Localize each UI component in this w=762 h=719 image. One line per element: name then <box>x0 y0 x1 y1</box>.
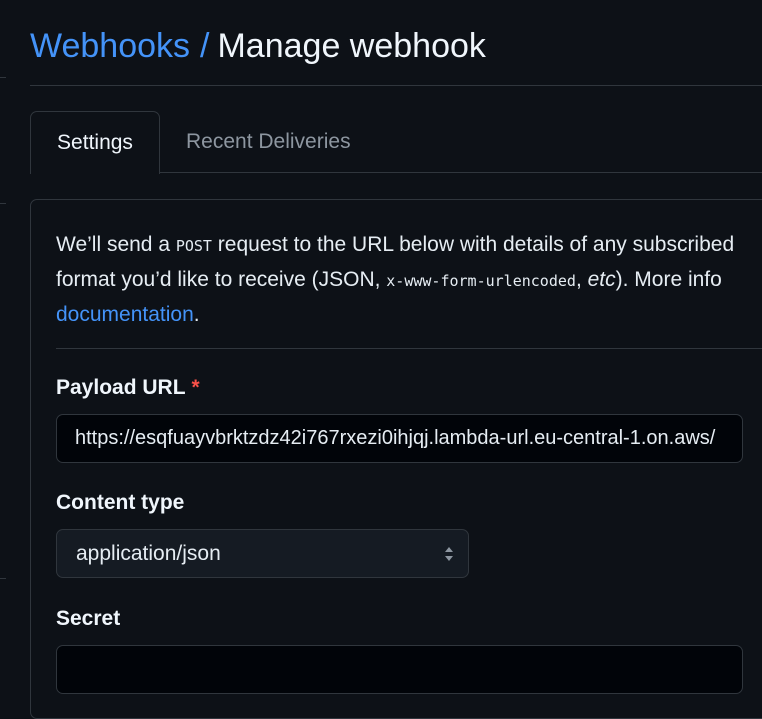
description-line-3: documentation. <box>56 298 762 331</box>
webhook-description: We’ll send a POST request to the URL bel… <box>56 228 762 331</box>
payload-url-label: Payload URL * <box>56 376 200 400</box>
description-text: ). More info <box>615 268 722 291</box>
page-title: Manage webhook <box>217 27 486 65</box>
payload-url-label-text: Payload URL <box>56 376 186 399</box>
description-line-1: We’ll send a POST request to the URL bel… <box>56 228 762 263</box>
tab-settings[interactable]: Settings <box>30 111 160 174</box>
description-text: format you’d like to receive (JSON, <box>56 268 387 291</box>
chevron-up-down-icon <box>445 547 453 561</box>
edge-divider <box>0 77 6 78</box>
description-line-2: format you’d like to receive (JSON, x-ww… <box>56 263 762 298</box>
required-marker: * <box>191 376 200 399</box>
secret-input[interactable] <box>56 645 743 694</box>
breadcrumb: Webhooks / Manage webhook <box>30 24 486 68</box>
code-form-urlencoded: x-www-form-urlencoded <box>386 272 576 290</box>
edge-divider <box>0 578 6 579</box>
tab-recent-deliveries[interactable]: Recent Deliveries <box>186 111 351 173</box>
breadcrumb-webhooks-link[interactable]: Webhooks <box>30 27 190 65</box>
tab-bar: Settings Recent Deliveries <box>30 111 762 174</box>
documentation-link[interactable]: documentation <box>56 303 194 326</box>
edge-divider <box>0 203 6 204</box>
payload-url-input[interactable] <box>56 414 743 463</box>
code-post: POST <box>175 237 212 255</box>
description-text: . <box>193 303 200 326</box>
description-text: We’ll send a <box>56 233 176 256</box>
section-divider <box>56 348 762 349</box>
content-type-label: Content type <box>56 491 185 514</box>
content-type-selected-value: application/json <box>76 541 221 565</box>
content-type-select[interactable]: application/json <box>56 529 469 578</box>
header-divider <box>30 85 762 86</box>
tab-recent-deliveries-label: Recent Deliveries <box>186 130 351 153</box>
breadcrumb-separator: / <box>200 27 210 65</box>
description-text: request to the URL below with details of… <box>211 233 735 256</box>
description-emphasis: etc <box>587 268 616 291</box>
description-text: , <box>575 268 588 291</box>
secret-label: Secret <box>56 607 121 630</box>
tab-settings-label: Settings <box>57 131 133 154</box>
